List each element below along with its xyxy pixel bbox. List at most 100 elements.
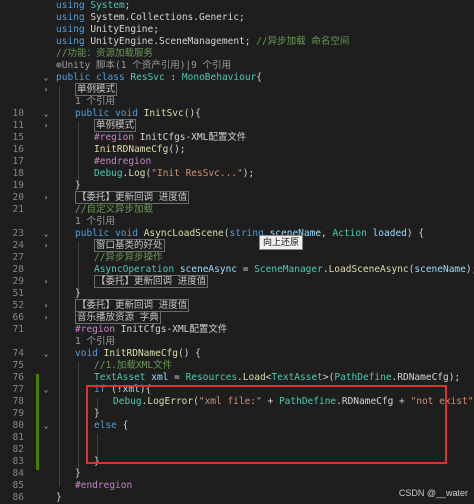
- code-line[interactable]: 1 个引用: [0, 96, 474, 108]
- code-token: {: [256, 72, 262, 83]
- code-line[interactable]: using System;: [0, 0, 474, 12]
- fold-collapsed-icon[interactable]: ›: [42, 240, 50, 252]
- line-number: 27: [12, 252, 24, 263]
- code-line[interactable]: 19}: [0, 180, 474, 192]
- line-number: 51: [12, 288, 24, 299]
- code-line[interactable]: 18 Debug.Log("Init ResSvc...");: [0, 168, 474, 180]
- code-token: Debug: [94, 168, 123, 179]
- line-number: 17: [12, 156, 24, 167]
- code-line[interactable]: 52 › 【委托】更新回调 进度值: [0, 299, 474, 312]
- fold-expanded-icon[interactable]: ⌄: [42, 72, 50, 84]
- fold-collapsed-icon[interactable]: ›: [42, 84, 50, 96]
- code-token: TextAsset: [94, 372, 146, 383]
- code-line[interactable]: 16 InitRDNameCfg();: [0, 144, 474, 156]
- fold-collapsed-icon[interactable]: ›: [42, 300, 50, 312]
- code-line[interactable]: 75 //1.加载XML文件: [0, 360, 474, 372]
- code-line[interactable]: 74 ⌄ void InitRDNameCfg() {: [0, 348, 474, 360]
- code-line[interactable]: 66 › 音乐播放资源 字典: [0, 311, 474, 324]
- fold-collapsed-icon[interactable]: ›: [42, 276, 50, 288]
- code-token: InitRDNameCfg: [103, 348, 178, 359]
- code-line[interactable]: › 单例模式: [0, 83, 474, 96]
- code-token: AsyncOperation: [94, 264, 175, 275]
- code-line[interactable]: 71 #region InitCfgs-XML配置文件: [0, 324, 474, 336]
- code-line[interactable]: ⊕Unity 脚本(1 个资产引用)|9 个引用: [0, 60, 474, 72]
- code-line[interactable]: 15 #region InitCfgs-XML配置文件: [0, 132, 474, 144]
- fold-expanded-icon[interactable]: ⌄: [42, 348, 50, 360]
- code-line[interactable]: using UnityEngine.SceneManagement; //异步加…: [0, 36, 474, 48]
- code-token: :: [164, 72, 182, 83]
- code-token: void: [75, 348, 98, 359]
- code-line[interactable]: using System.Collections.Generic;: [0, 12, 474, 24]
- fold-collapsed-icon[interactable]: ›: [42, 192, 50, 204]
- line-number: 24: [12, 240, 24, 251]
- fold-collapsed-icon[interactable]: ›: [42, 312, 50, 324]
- code-line[interactable]: 1 个引用: [0, 336, 474, 348]
- code-line[interactable]: 29 › 【委托】更新回调 进度值: [0, 275, 474, 288]
- line-number: 18: [12, 168, 24, 179]
- code-text: 单例模式: [75, 83, 118, 96]
- code-token: //功能：资源加载服务: [56, 48, 153, 59]
- line-number: 81: [12, 432, 24, 443]
- line-number: 19: [12, 180, 24, 191]
- code-text: #region InitCfgs-XML配置文件: [75, 324, 227, 336]
- code-line[interactable]: //功能：资源加载服务: [0, 48, 474, 60]
- code-token: 1 个引用: [75, 336, 115, 347]
- code-token: #endregion: [75, 480, 133, 491]
- code-line[interactable]: 21 //自定义异步加载: [0, 204, 474, 216]
- code-token: loaded: [372, 228, 407, 239]
- code-text: using System.Collections.Generic;: [56, 12, 245, 24]
- code-line[interactable]: 17 #endregion: [0, 156, 474, 168]
- line-number: 76: [12, 372, 24, 383]
- code-token: ⊕Unity 脚本(1 个资产引用)|9 个引用: [56, 60, 232, 71]
- code-token: using: [56, 36, 85, 47]
- code-line[interactable]: 24 › 窗口基类的好处: [0, 239, 474, 252]
- code-token: xml: [151, 372, 169, 383]
- code-text: 单例模式: [94, 119, 137, 132]
- code-token: using: [56, 0, 85, 11]
- highlight-box: [86, 385, 447, 464]
- code-line[interactable]: using UnityEngine;: [0, 24, 474, 36]
- code-token: (){: [183, 108, 201, 119]
- code-line[interactable]: ⌄ public class ResSvc : MonoBehaviour{: [0, 72, 474, 84]
- line-number: 85: [12, 480, 24, 491]
- code-text: 1 个引用: [75, 96, 115, 108]
- fold-collapsed-icon[interactable]: ›: [42, 120, 50, 132]
- code-line[interactable]: 84}: [0, 468, 474, 480]
- fold-expanded-icon[interactable]: ⌄: [42, 228, 50, 240]
- line-number: 66: [12, 312, 24, 323]
- fold-expanded-icon[interactable]: ⌄: [42, 420, 50, 432]
- code-line[interactable]: 11 › 单例模式: [0, 119, 474, 132]
- collapsed-region[interactable]: 单例模式: [75, 83, 118, 96]
- line-number: 11: [12, 120, 24, 131]
- collapsed-region[interactable]: 单例模式: [94, 119, 137, 132]
- code-text: #endregion: [94, 156, 151, 168]
- code-line[interactable]: 1 个引用: [0, 216, 474, 228]
- collapsed-region[interactable]: 【委托】更新回调 进度值: [75, 191, 190, 204]
- code-line[interactable]: 23 ⌄ public void AsyncLoadScene(string sce…: [0, 228, 474, 240]
- fold-expanded-icon[interactable]: ⌄: [42, 108, 50, 120]
- code-token: }: [75, 468, 81, 479]
- code-token: TextAsset: [271, 372, 323, 383]
- code-line[interactable]: 10 ⌄ public void InitSvc(){: [0, 108, 474, 120]
- code-text: //异步异步操作: [94, 252, 162, 264]
- line-number: 82: [12, 444, 24, 455]
- code-token: 1 个引用: [75, 216, 115, 227]
- collapsed-region[interactable]: 【委托】更新回调 进度值: [94, 275, 209, 288]
- code-line[interactable]: 51}: [0, 288, 474, 300]
- code-token: sceneAsync: [179, 264, 238, 275]
- code-line[interactable]: 27 //异步异步操作: [0, 252, 474, 264]
- code-token: InitRDNameCfg: [94, 144, 169, 155]
- code-text: 【委托】更新回调 进度值: [75, 191, 190, 204]
- code-line[interactable]: 20 › 【委托】更新回调 进度值: [0, 191, 474, 204]
- code-text: ⊕Unity 脚本(1 个资产引用)|9 个引用: [56, 60, 231, 72]
- collapsed-region[interactable]: 窗口基类的好处: [94, 239, 165, 252]
- code-token: =: [168, 372, 186, 383]
- code-token: 1 个引用: [75, 96, 115, 107]
- collapsed-region[interactable]: 音乐播放资源 字典: [75, 311, 161, 324]
- fold-expanded-icon[interactable]: ⌄: [42, 384, 50, 396]
- line-number: 29: [12, 276, 24, 287]
- line-number: 10: [12, 108, 24, 119]
- code-line[interactable]: 28 AsyncOperation sceneAsync = SceneManag…: [0, 264, 474, 276]
- code-token: #region: [94, 132, 135, 143]
- code-line[interactable]: 76 TextAsset xml = Resources.Load<TextAss…: [0, 372, 474, 384]
